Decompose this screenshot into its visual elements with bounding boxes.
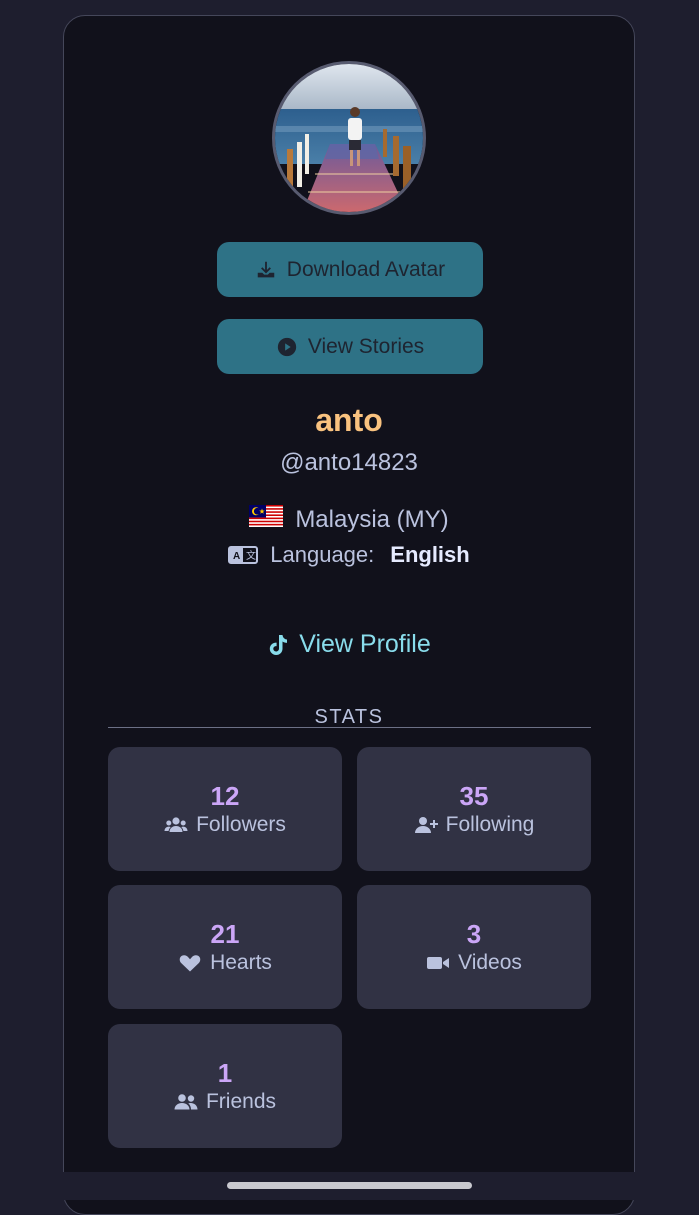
video-icon	[427, 957, 450, 969]
stat-value: 3	[466, 919, 482, 949]
tiktok-icon	[270, 634, 288, 655]
username: @anto14823	[280, 449, 418, 476]
avatar-image	[275, 64, 423, 212]
language-value: English	[390, 542, 470, 567]
stat-hearts: 21 Hearts	[108, 885, 342, 1009]
stat-label: Following	[445, 813, 535, 836]
stat-value: 1	[217, 1058, 233, 1088]
user-plus-icon	[414, 817, 438, 833]
stat-followers: 12 Followers	[108, 747, 342, 871]
view-stories-label: View Stories	[307, 334, 425, 358]
play-circle-icon	[277, 337, 296, 356]
country-name: Malaysia (MY)	[295, 505, 449, 533]
language-label: Language:	[270, 542, 375, 567]
language-icon: A 文	[228, 546, 259, 564]
view-stories-button[interactable]: View Stories	[217, 319, 483, 374]
view-profile-link[interactable]: View Profile	[64, 630, 634, 659]
stat-value: 21	[210, 919, 240, 949]
download-avatar-button[interactable]: Download Avatar	[217, 242, 483, 297]
stat-label: Videos	[458, 951, 522, 974]
svg-text:A: A	[233, 551, 240, 562]
stat-label: Hearts	[210, 951, 272, 974]
stats-divider	[108, 727, 591, 728]
country-row: Malaysia (MY)	[64, 505, 634, 534]
stat-value: 12	[210, 781, 240, 811]
download-icon	[257, 261, 275, 277]
stat-label: Friends	[205, 1090, 277, 1113]
country-flag-icon	[249, 505, 284, 534]
svg-text:文: 文	[246, 549, 256, 562]
language-row: A 文 Language: English	[64, 542, 634, 568]
users-icon	[164, 817, 188, 832]
heart-icon	[179, 955, 201, 972]
download-avatar-label: Download Avatar	[286, 257, 446, 281]
stats-title: STATS	[314, 706, 384, 728]
stat-videos: 3 Videos	[357, 885, 591, 1009]
view-profile-label: View Profile	[299, 630, 431, 658]
stat-friends: 1 Friends	[108, 1024, 342, 1148]
avatar[interactable]	[272, 61, 426, 215]
user-group-icon	[174, 1094, 198, 1110]
stat-label: Followers	[196, 813, 286, 836]
stat-value: 35	[459, 781, 489, 811]
stat-following: 35 Following	[357, 747, 591, 871]
profile-card: Download Avatar View Stories anto @anto1…	[63, 15, 635, 1215]
home-indicator[interactable]	[227, 1182, 472, 1189]
display-name: anto	[315, 402, 383, 438]
